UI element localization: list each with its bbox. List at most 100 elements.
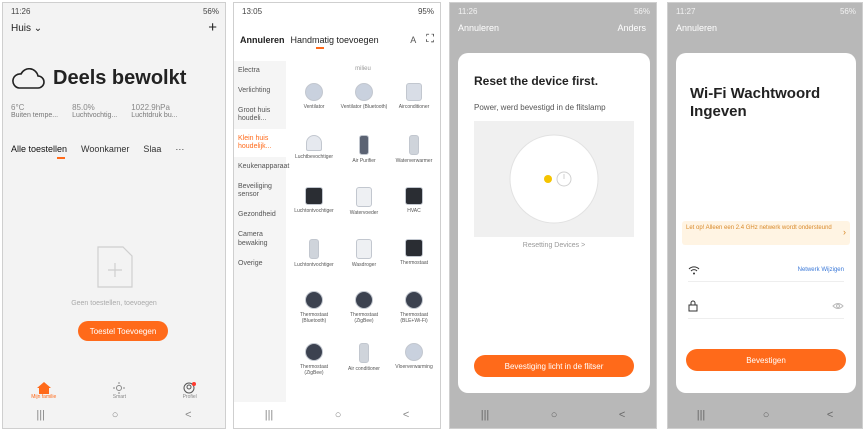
device-item[interactable]: Waterverwarmer (390, 135, 438, 164)
back-button[interactable]: < (185, 409, 191, 421)
back-button[interactable]: < (403, 409, 409, 421)
more-tabs-icon[interactable]: ··· (175, 144, 184, 154)
device-item[interactable]: Watervoeder (340, 187, 388, 216)
add-device-button[interactable]: Toestel Toevoegen (78, 321, 168, 341)
device-item[interactable]: HVAC (390, 187, 438, 214)
cancel-button[interactable]: Annuleren (240, 35, 285, 45)
tab-indicator (316, 47, 324, 49)
category-list: Electra Verlichting Groot huis houdeli..… (234, 61, 289, 402)
add-icon[interactable]: + (208, 20, 217, 35)
device-label: Vloerverwarming (395, 364, 433, 370)
indicator-light (544, 175, 552, 183)
category-item[interactable]: Camera bewaking (234, 225, 286, 253)
device-label: Thermostaat (ZigBee) (349, 312, 379, 324)
system-nav-bar: ||| ○ < (450, 402, 656, 428)
room-tabs: Alle toestellen Woonkamer Slaa ··· (11, 144, 221, 154)
device-item[interactable]: Luchtontvochtiger (290, 187, 338, 214)
device-item[interactable]: Thermostaat (Bluetooth) (290, 291, 338, 324)
tab-my-family[interactable]: Mijn familie (31, 382, 56, 400)
resetting-devices-link[interactable]: Resetting Devices > (458, 242, 650, 249)
category-item[interactable]: Overige (234, 254, 286, 274)
recent-apps-button[interactable]: ||| (481, 409, 490, 421)
status-battery: 56% (202, 7, 219, 16)
reset-card: Reset the device first. Power, werd beve… (458, 53, 650, 393)
home-button[interactable]: ○ (112, 409, 119, 421)
category-item[interactable]: Electra (234, 61, 286, 81)
tab-auto-scan[interactable]: A (410, 35, 416, 45)
tab-profile[interactable]: Profiel (183, 382, 197, 400)
device-item[interactable]: Thermostaat (ZigBee) (340, 291, 388, 324)
eye-icon[interactable] (832, 302, 844, 310)
device-icon (359, 343, 369, 363)
metric-humidity: 85.0% Luchtvochtig... (72, 103, 118, 119)
home-selector[interactable]: Huis ⌄ (11, 23, 42, 34)
category-item[interactable]: Groot huis houdeli... (234, 101, 286, 129)
device-item[interactable]: Vloerverwarming (390, 343, 438, 370)
recent-apps-button[interactable]: ||| (36, 409, 45, 421)
home-button[interactable]: ○ (551, 409, 558, 421)
recent-apps-button[interactable]: ||| (697, 409, 706, 421)
device-item[interactable]: Air conditioner (340, 343, 388, 372)
password-row[interactable] (688, 300, 844, 319)
device-icon (409, 135, 419, 155)
device-label: Thermostaat (ZigBee) (299, 364, 329, 376)
tab-manual-add[interactable]: Handmatig toevoegen (291, 35, 379, 45)
cancel-button[interactable]: Annuleren (676, 23, 717, 33)
status-time: 11:26 (458, 7, 478, 16)
frequency-notice[interactable]: Let op! Alleen een 2.4 GHz netwerk wordt… (682, 221, 850, 245)
device-icon (355, 291, 373, 309)
category-item[interactable]: Verlichting (234, 81, 286, 101)
tab-indicator (57, 157, 65, 159)
lock-icon (688, 300, 698, 312)
device-item[interactable]: Luchtontvochtiger (290, 239, 338, 268)
home-icon (36, 382, 51, 394)
profile-icon (183, 382, 196, 394)
device-illustration (509, 134, 599, 224)
tab-bedroom[interactable]: Slaa (143, 144, 161, 154)
category-item[interactable]: Beveiliging sensor (234, 177, 286, 205)
tab-all-devices[interactable]: Alle toestellen (11, 144, 67, 154)
status-time: 13:05 (242, 7, 263, 16)
device-label: Ventilator (303, 104, 325, 110)
device-item[interactable]: Ventilator (Bluetooth) (340, 83, 388, 110)
device-item[interactable]: Thermostaat (BLE+Wi-Fi) (390, 291, 438, 324)
back-button[interactable]: < (619, 409, 625, 421)
wifi-card: Wi-Fi Wachtwoord Ingeven Let op! Alleen … (676, 53, 856, 393)
device-label: Luchtbevochtiger (294, 154, 334, 160)
back-button[interactable]: < (827, 409, 833, 421)
device-icon (305, 83, 323, 101)
phone-screen-wifi: 11:27 56% Annuleren Wi-Fi Wachtwoord Ing… (667, 2, 863, 429)
device-item[interactable]: Air Purifier (340, 135, 388, 164)
recent-apps-button[interactable]: ||| (265, 409, 274, 421)
device-item[interactable]: Luchtbevochtiger (290, 135, 338, 160)
confirm-button[interactable]: Bevestigen (686, 349, 846, 371)
device-item[interactable]: Airconditioner (390, 83, 438, 110)
device-label: Waterverwarmer (395, 158, 433, 164)
category-item-active[interactable]: Klein huis houdelijk... (234, 129, 286, 158)
category-item[interactable]: Keukenapparaat (234, 157, 289, 177)
device-icon (406, 83, 422, 101)
device-item[interactable]: Ventilator (290, 83, 338, 110)
scan-icon[interactable]: ⛶ (426, 33, 434, 46)
tab-living-room[interactable]: Woonkamer (81, 144, 129, 154)
home-button[interactable]: ○ (763, 409, 770, 421)
bottom-tab-bar: Mijn familie Smart Profiel (3, 372, 225, 402)
category-item[interactable]: Gezondheid (234, 205, 286, 225)
device-icon (405, 187, 423, 205)
device-item[interactable]: Thermostaat (390, 239, 438, 266)
device-item[interactable]: Wasdroger (340, 239, 388, 268)
device-grid: milieu Ventilator Ventilator (Bluetooth) A… (290, 61, 436, 402)
tab-smart[interactable]: Smart (113, 382, 126, 400)
network-switch-link[interactable]: Netwerk Wijzigen (798, 267, 844, 273)
device-icon (405, 239, 423, 257)
other-button[interactable]: Anders (617, 23, 646, 33)
cancel-button[interactable]: Annuleren (458, 23, 499, 33)
device-label: Luchtontvochtiger (294, 262, 334, 268)
home-button[interactable]: ○ (335, 409, 342, 421)
status-bar: 11:26 56% (450, 3, 656, 19)
confirm-light-button[interactable]: Bevestiging licht in de flitser (474, 355, 634, 377)
device-item[interactable]: Thermostaat (ZigBee) (290, 343, 338, 376)
wifi-network-row: Netwerk Wijzigen (688, 265, 844, 282)
phone-screen-add-device: 13:05 95% Annuleren Handmatig toevoegen … (233, 2, 441, 429)
device-label: Luchtontvochtiger (294, 208, 334, 214)
